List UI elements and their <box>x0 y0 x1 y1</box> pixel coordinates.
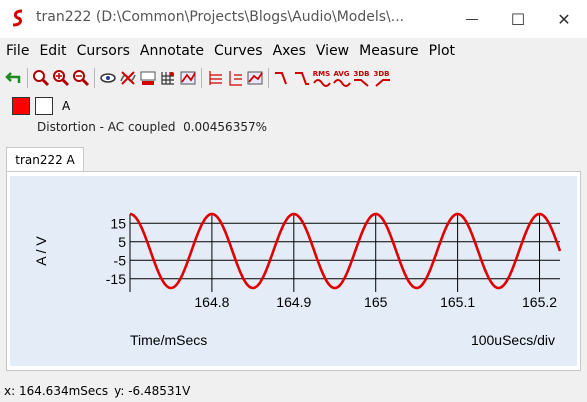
maximize-icon: ☐ <box>510 9 526 29</box>
view-button[interactable] <box>98 67 117 89</box>
x-tick-label: 165.2 <box>522 294 557 310</box>
x-axis-label: Time/mSecs <box>130 332 207 348</box>
toolbar-separator <box>27 68 28 88</box>
undo-button[interactable] <box>4 67 23 89</box>
close-icon: ✕ <box>557 9 571 29</box>
curve-color-swatch[interactable] <box>12 97 30 115</box>
app-logo-icon <box>8 8 28 28</box>
x-tick-label: 164.8 <box>194 294 229 310</box>
x-scale-label: 100uSecs/div <box>471 332 555 348</box>
menu-annotate[interactable]: Annotate <box>140 43 210 59</box>
menu-measure[interactable]: Measure <box>359 43 425 59</box>
undo-arrow-icon <box>4 72 20 83</box>
x-tick-label: 164.9 <box>276 294 311 310</box>
menu-edit[interactable]: Edit <box>39 43 72 59</box>
zoom-fit-button[interactable] <box>31 67 50 89</box>
rms-button[interactable]: RMS <box>312 67 331 89</box>
curve-label: A <box>62 99 71 113</box>
properties-button[interactable] <box>245 67 264 89</box>
db3-button[interactable]: 3DB <box>352 67 371 89</box>
menu-view[interactable]: View <box>316 43 355 59</box>
y-tick-label: -15 <box>106 271 126 287</box>
minimize-icon: — <box>465 11 479 27</box>
menu-cursors[interactable]: Cursors <box>77 43 136 59</box>
eye-icon <box>99 73 116 83</box>
curve-style-button[interactable] <box>178 67 197 89</box>
curve-legend: A <box>12 96 70 116</box>
measurement-readout: Distortion - AC coupled 0.00456357% <box>37 120 267 134</box>
menu-curves[interactable]: Curves <box>214 43 269 59</box>
close-button[interactable]: ✕ <box>541 0 587 38</box>
cursor-a-button[interactable] <box>205 67 224 89</box>
cursor-x-readout: x: 164.634mSecs <box>4 384 109 398</box>
wave-icon <box>332 78 351 87</box>
status-bar: x: 164.634mSecs y: -6.48531V <box>0 380 587 402</box>
x-tick-label: 165.1 <box>440 294 475 310</box>
toolbar-separator <box>94 68 95 88</box>
label-icon <box>140 71 155 85</box>
toolbar-separator <box>201 68 202 88</box>
cursor-y-readout: y: -6.48531V <box>114 384 191 398</box>
delete-curve-button[interactable] <box>118 67 137 89</box>
rms-label: RMS <box>312 69 331 78</box>
properties-icon <box>247 71 263 85</box>
y-tick-label: -5 <box>114 252 127 268</box>
rising-edge-icon <box>274 72 287 85</box>
title-bar: tran222 (D:\Common\Projects\Blogs\Audio\… <box>0 0 587 38</box>
waveform-series-a <box>129 212 562 290</box>
menu-bar: File Edit Cursors Annotate Curves Axes V… <box>0 38 587 64</box>
toolbar: RMS AVG 3DB 3DB <box>0 64 587 92</box>
curve-blank-swatch[interactable] <box>35 97 53 115</box>
cursor-icon <box>228 71 242 86</box>
window-title: tran222 (D:\Common\Projects\Blogs\Audio\… <box>36 9 405 25</box>
rising-edge-button[interactable] <box>272 67 291 89</box>
cursor-icon <box>208 71 222 85</box>
avg-label: AVG <box>333 69 350 78</box>
minimize-button[interactable]: — <box>449 0 495 38</box>
plot-panel: A / V Time/mSecs 100uSecs/div 15 5 -5 -15 16… <box>10 176 577 366</box>
rolloff-icon <box>374 78 390 87</box>
rolloff-icon <box>353 78 369 87</box>
maximize-button[interactable]: ☐ <box>495 0 541 38</box>
db3-label: 3DB <box>353 69 370 78</box>
tab-tran222-a[interactable]: tran222 A <box>6 147 84 172</box>
grid-icon <box>160 72 174 85</box>
zoom-fit-icon <box>32 70 49 87</box>
x-tick-label: 165 <box>364 294 388 310</box>
db3b-label: 3DB <box>373 69 390 78</box>
menu-plot[interactable]: Plot <box>429 43 461 59</box>
add-label-button[interactable] <box>138 67 157 89</box>
avg-button[interactable]: AVG <box>332 67 351 89</box>
waveform-chart[interactable]: A / V Time/mSecs 100uSecs/div 15 5 -5 -15 16… <box>10 176 577 366</box>
zoom-in-button[interactable] <box>51 67 70 89</box>
db3b-button[interactable]: 3DB <box>372 67 391 89</box>
plot-frame: A / V Time/mSecs 100uSecs/div 15 5 -5 -15 16… <box>6 171 581 371</box>
menu-axes[interactable]: Axes <box>273 43 312 59</box>
y-tick-label: 5 <box>118 234 126 250</box>
menu-file[interactable]: File <box>6 43 35 59</box>
falling-edge-button[interactable] <box>292 67 311 89</box>
delete-curve-icon <box>119 71 136 85</box>
curve-style-icon <box>180 71 196 85</box>
zoom-in-icon <box>52 70 69 87</box>
y-tick-label: 15 <box>110 215 126 231</box>
zoom-out-icon <box>72 70 89 87</box>
grid-button[interactable] <box>158 67 177 89</box>
falling-edge-icon <box>294 72 309 85</box>
wave-icon <box>312 78 331 87</box>
zoom-out-button[interactable] <box>71 67 90 89</box>
cursor-b-button[interactable] <box>225 67 244 89</box>
toolbar-separator <box>268 68 269 88</box>
y-axis-label: A / V <box>33 236 49 266</box>
